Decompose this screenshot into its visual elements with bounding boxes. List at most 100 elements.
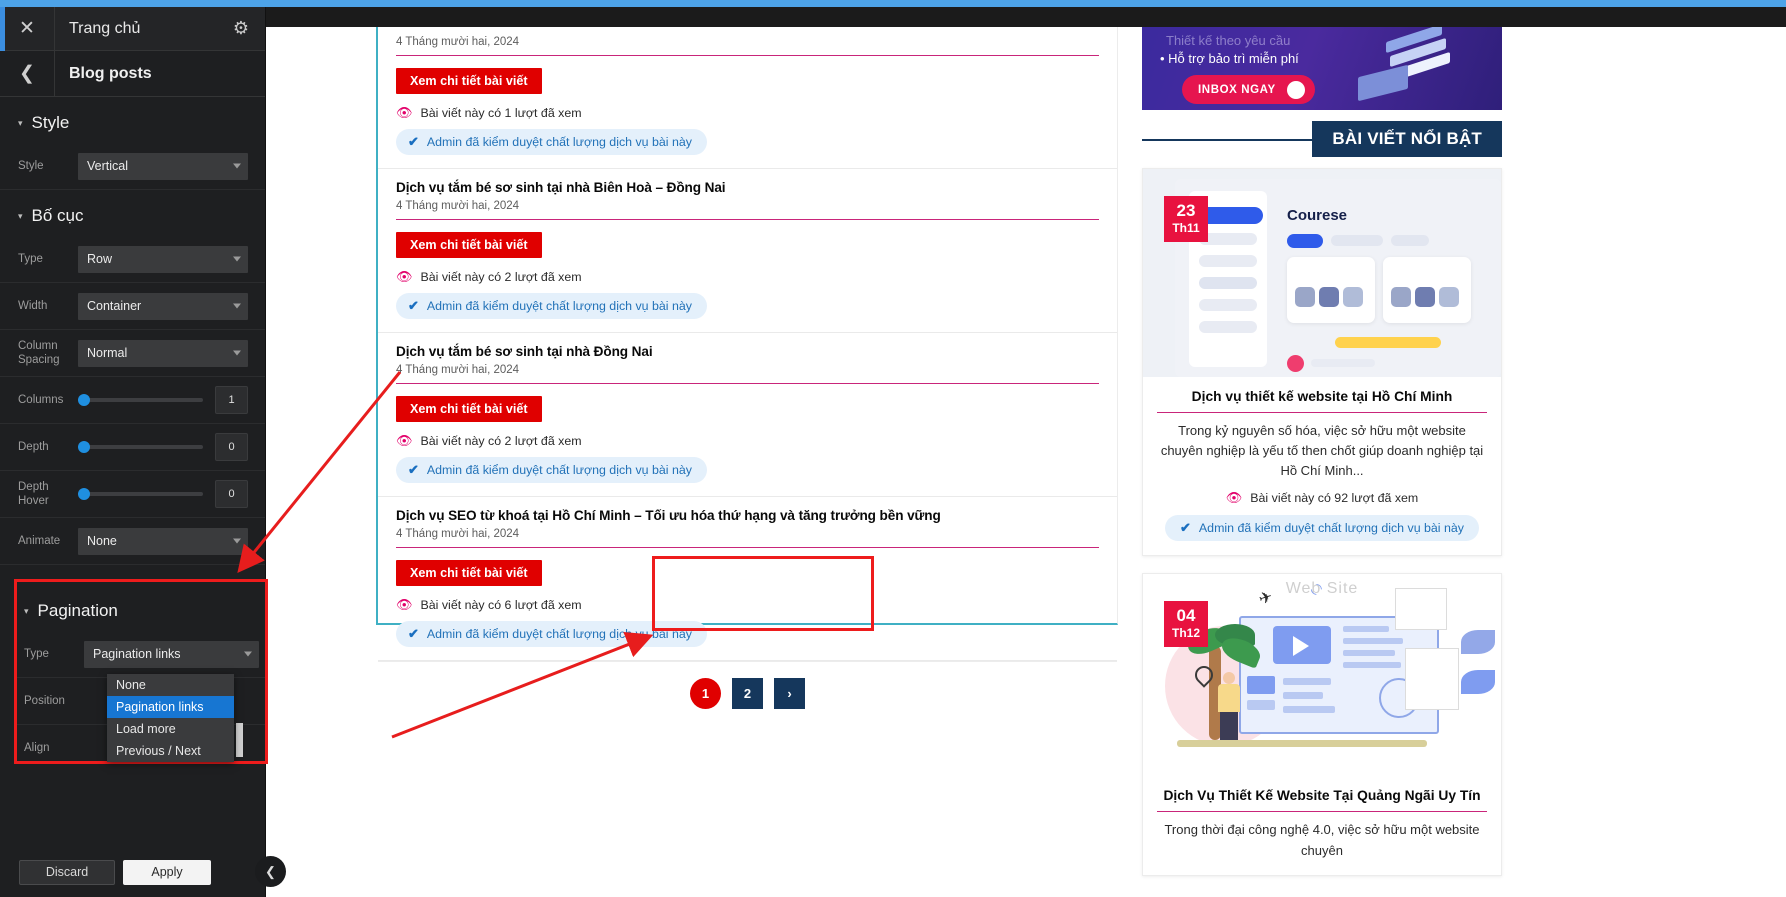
browser-top-strip (0, 0, 1786, 7)
admin-verified-badge: ✔ Admin đã kiểm duyệt chất lượng dịch vụ… (396, 457, 707, 483)
eye-icon: 👁 (396, 269, 413, 284)
slider-track[interactable] (78, 394, 203, 406)
field-style-label: Style (18, 159, 44, 172)
pagination-type-label: Type (24, 647, 49, 660)
featured-card-title[interactable]: Dịch Vụ Thiết Kế Website Tại Quảng Ngãi … (1157, 788, 1487, 813)
type-select[interactable]: Row (78, 245, 248, 273)
post-views-text: Bài viết này có 2 lượt đã xem (420, 434, 582, 448)
view-detail-button[interactable]: Xem chi tiết bài viết (396, 396, 542, 422)
mock-card (1383, 257, 1471, 323)
field-depth: Depth 0 (0, 424, 265, 471)
chevron-down-icon: ▾ (18, 117, 23, 128)
close-icon[interactable]: ✕ (0, 7, 55, 50)
admin-verified-badge: ✔ Admin đã kiểm duyệt chất lượng dịch vụ… (396, 129, 707, 155)
dropdown-option-pagination-links[interactable]: Pagination links (107, 696, 234, 718)
section-style-label: Style (31, 113, 70, 132)
slider-knob[interactable] (78, 441, 90, 453)
section-pagination[interactable]: ▾ Pagination (14, 589, 268, 631)
slider-track[interactable] (78, 441, 203, 453)
back-icon[interactable]: ❮ (0, 51, 55, 96)
width-select[interactable]: Container (78, 292, 248, 320)
post-date: 4 Tháng mười hai, 2024 (396, 200, 1099, 220)
view-detail-button[interactable]: Xem chi tiết bài viết (396, 560, 542, 586)
post-title[interactable]: Dịch vụ tắm bé sơ sinh tại nhà Biên Hoà … (396, 180, 1099, 195)
field-width: Width Container (0, 283, 265, 330)
theme-editor-panel: ✕ Trang chủ ⚙ ❮ Blog posts ▾ Style Style… (0, 7, 286, 897)
column-spacing-select[interactable]: Normal (78, 339, 248, 367)
featured-card[interactable]: Web Site ✈ ◟◝ 04 Th12 Dịch Vụ Thiết Kế W… (1142, 573, 1502, 876)
chevron-down-icon (233, 256, 241, 262)
columns-value[interactable]: 1 (215, 386, 248, 414)
column-spacing-value: Normal (87, 346, 128, 360)
page-1-button[interactable]: 1 (690, 677, 721, 709)
date-badge-month: Th12 (1171, 625, 1200, 640)
gear-icon[interactable]: ⚙ (233, 18, 249, 39)
featured-card-desc: Trong thời đại công nghệ 4.0, việc sở hữ… (1164, 822, 1480, 858)
post-views-text: Bài viết này có 6 lượt đã xem (420, 598, 582, 612)
depth-hover-slider[interactable]: 0 (78, 480, 248, 508)
post-item: 4 Tháng mười hai, 2024 Xem chi tiết bài … (378, 27, 1117, 169)
chevron-down-icon (233, 163, 241, 169)
eye-icon: 👁 (1225, 490, 1243, 506)
view-detail-button[interactable]: Xem chi tiết bài viết (396, 232, 542, 258)
post-views: 👁 Bài viết này có 2 lượt đã xem (396, 269, 1099, 285)
dropdown-option-load-more[interactable]: Load more (107, 718, 234, 740)
field-type: Type Row (0, 236, 265, 283)
field-animate-label: Animate (18, 534, 61, 547)
depth-slider[interactable]: 0 (78, 433, 248, 461)
featured-card-views: 👁 Bài viết này có 92 lượt đã xem (1157, 490, 1487, 506)
post-date: 4 Tháng mười hai, 2024 (396, 528, 1099, 548)
depth-hover-value[interactable]: 0 (215, 480, 248, 508)
collapse-panel-icon[interactable]: ❮ (255, 856, 286, 887)
featured-card[interactable]: Courese 23 Th11 Dịch vụ thiết kế website… (1142, 168, 1502, 557)
editor-header: ✕ Trang chủ ⚙ (0, 7, 265, 51)
section-style[interactable]: ▾ Style (0, 97, 265, 143)
page-2-button[interactable]: 2 (732, 677, 763, 709)
pagination-links: 1 2 › (690, 677, 805, 709)
field-depth-label: Depth (18, 440, 49, 453)
featured-heading-wrap: BÀI VIẾT NỔI BẬT (1142, 110, 1502, 168)
featured-card-title[interactable]: Dịch vụ thiết kế website tại Hồ Chí Minh (1157, 389, 1487, 413)
slider-knob[interactable] (78, 488, 90, 500)
field-pagination-type: Type Pagination links (14, 631, 268, 678)
animate-select[interactable]: None (78, 527, 248, 555)
panel-scrollbar[interactable] (236, 723, 243, 757)
field-depth-hover: Depth Hover 0 (0, 471, 265, 518)
mock-card (1287, 257, 1375, 323)
mock-title: Courese (1287, 207, 1348, 224)
featured-heading: BÀI VIẾT NỔI BẬT (1312, 121, 1502, 157)
eye-icon: 👁 (396, 105, 413, 120)
pagination-type-select[interactable]: Pagination links (84, 640, 259, 668)
section-layout[interactable]: ▾ Bố cục (0, 190, 265, 236)
style-select[interactable]: Vertical (78, 152, 248, 180)
field-depth-hover-label: Depth Hover (18, 480, 49, 507)
promo-banner[interactable]: Thiết kế theo yêu cầu • Hỗ trợ bảo trì m… (1142, 27, 1502, 110)
animate-select-value: None (87, 534, 117, 548)
field-columns: Columns 1 (0, 377, 265, 424)
post-title[interactable]: Dịch vụ SEO từ khoá tại Hồ Chí Minh – Tố… (396, 508, 1099, 523)
inbox-now-button[interactable]: INBOX NGAY ❯ (1182, 75, 1315, 104)
discard-button[interactable]: Discard (19, 859, 115, 885)
right-sidebar: Thiết kế theo yêu cầu • Hỗ trợ bảo trì m… (1142, 27, 1502, 893)
slider-track[interactable] (78, 488, 203, 500)
date-badge-day: 04 (1176, 605, 1196, 625)
post-title[interactable]: Dịch vụ tắm bé sơ sinh tại nhà Đồng Nai (396, 344, 1099, 359)
featured-card-image: Courese 23 Th11 (1143, 169, 1501, 377)
pagination-type-dropdown[interactable]: None Pagination links Load more Previous… (107, 674, 234, 762)
depth-value[interactable]: 0 (215, 433, 248, 461)
date-badge-month: Th11 (1172, 220, 1200, 235)
panel-title: Blog posts (69, 64, 152, 82)
check-icon: ✔ (408, 462, 419, 477)
apply-button[interactable]: Apply (123, 859, 211, 885)
dropdown-option-previous-next[interactable]: Previous / Next (107, 740, 234, 762)
dropdown-option-none[interactable]: None (107, 674, 234, 696)
field-width-label: Width (18, 299, 48, 312)
slider-knob[interactable] (78, 394, 90, 406)
featured-card-body: Dịch Vụ Thiết Kế Website Tại Quảng Ngãi … (1143, 776, 1501, 874)
check-icon: ✔ (1180, 520, 1191, 536)
columns-slider[interactable]: 1 (78, 386, 248, 414)
promo-faded-line: Thiết kế theo yêu cầu (1166, 33, 1291, 48)
view-detail-button[interactable]: Xem chi tiết bài viết (396, 68, 542, 94)
next-page-button[interactable]: › (774, 677, 805, 709)
pagination-result-highlight-box (652, 556, 874, 631)
